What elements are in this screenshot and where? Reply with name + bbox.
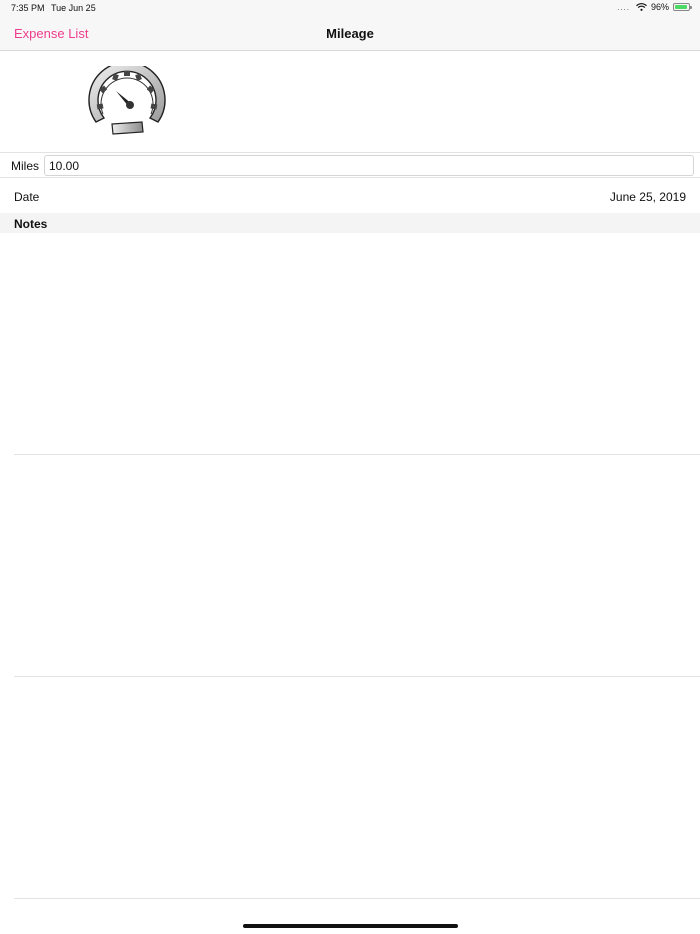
status-time: 7:35 PM xyxy=(11,3,45,13)
miles-input[interactable] xyxy=(44,155,694,176)
notes-section-header: Notes xyxy=(0,213,700,233)
speedometer-icon xyxy=(88,66,166,135)
date-row[interactable]: Date June 25, 2019 xyxy=(0,179,700,213)
navigation-bar: Expense List Mileage xyxy=(0,16,700,51)
date-label: Date xyxy=(14,190,40,204)
miles-label: Miles xyxy=(11,159,40,173)
wifi-icon xyxy=(636,3,647,11)
date-value[interactable]: June 25, 2019 xyxy=(610,190,686,204)
status-indicators: .... 96% xyxy=(617,2,692,12)
notes-area xyxy=(0,233,700,903)
battery-fill xyxy=(675,5,688,9)
notes-divider xyxy=(14,676,700,677)
miles-row: Miles xyxy=(0,153,700,178)
battery-icon xyxy=(673,3,692,11)
header-image-area xyxy=(0,52,700,153)
status-bar: 7:35 PM Tue Jun 25 .... 96% xyxy=(0,0,700,16)
notes-header-label: Notes xyxy=(14,217,48,231)
notes-divider xyxy=(14,454,700,455)
notes-textarea[interactable] xyxy=(14,239,686,454)
home-indicator[interactable] xyxy=(243,924,458,928)
battery-percent: 96% xyxy=(650,2,669,12)
notes-divider xyxy=(14,898,700,899)
status-date: Tue Jun 25 xyxy=(51,3,96,13)
signal-icon: .... xyxy=(617,2,630,12)
page-title: Mileage xyxy=(326,26,374,41)
